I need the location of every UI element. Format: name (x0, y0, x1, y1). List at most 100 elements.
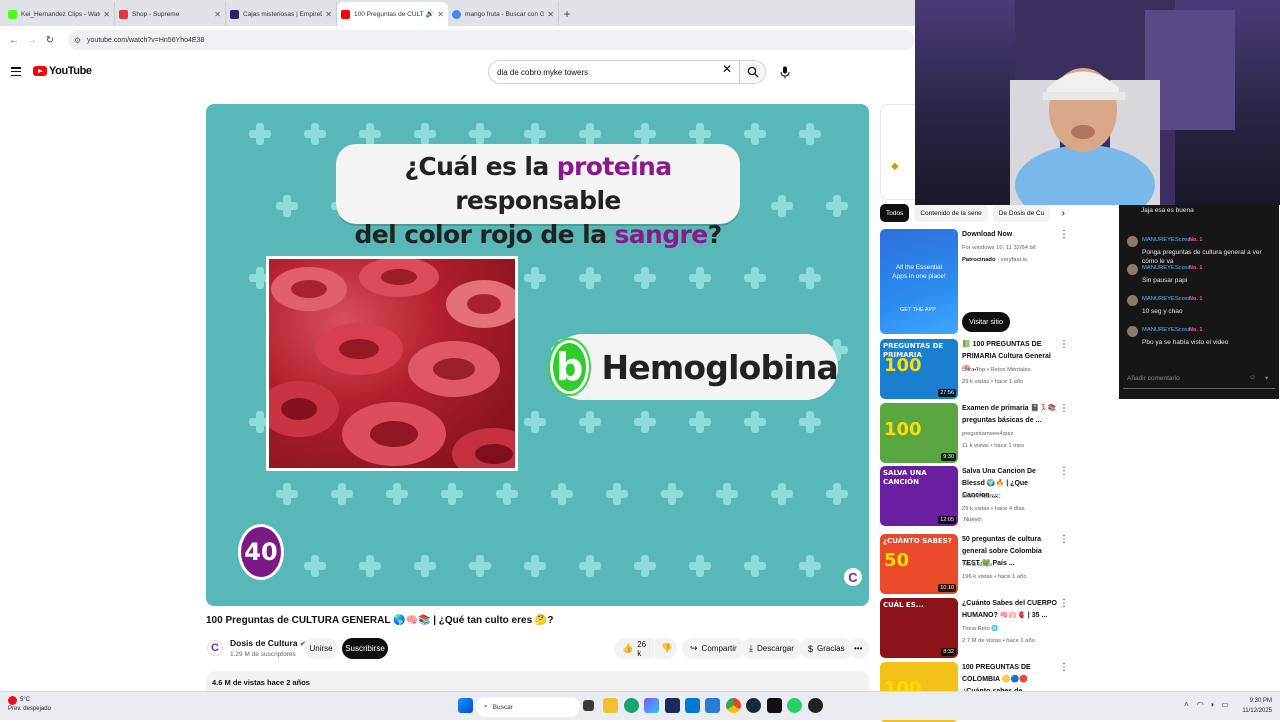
chip-channel[interactable]: De Dosis de Cu (992, 204, 1051, 222)
subscribe-button[interactable]: Suscribirse (342, 638, 388, 659)
weather-widget[interactable]: 5°C Prev. despejado (8, 696, 51, 714)
close-tab-icon[interactable]: ✕ (547, 10, 554, 19)
league-launcher-icon[interactable] (665, 698, 680, 713)
recommended-video-title[interactable]: Examen de primaria 📓🏃📚 preguntas básicas… (962, 403, 1057, 427)
video-thumbnail[interactable]: 100 9:30 (880, 403, 958, 463)
windows-start-icon[interactable] (458, 698, 473, 713)
recommended-video[interactable]: ¿CUÁNTO SABES? 50 10:10 50 preguntas de cul… (880, 534, 1070, 594)
chevron-right-icon[interactable]: › (1062, 208, 1065, 219)
video-thumbnail[interactable]: CUÁL ES... 8:32 (880, 598, 958, 658)
ad-title[interactable]: Download Now (962, 229, 1057, 241)
recommended-channel-name[interactable]: Trivia Mega (962, 560, 1062, 570)
task-view-icon[interactable] (583, 700, 594, 711)
chrome-icon[interactable] (726, 698, 741, 713)
more-vert-icon[interactable]: ⋮ (1059, 339, 1069, 351)
recommended-channel-name[interactable]: BRAHYMUSIC (962, 492, 1062, 502)
image-viewer-icon[interactable] (685, 698, 700, 713)
browser-tab-active[interactable]: 100 Preguntas de CULTURA 🔊 ✕ (337, 2, 448, 26)
clear-search-icon[interactable]: ✕ (722, 62, 732, 76)
more-vert-icon[interactable]: ⋮ (1059, 662, 1069, 674)
channel-avatar[interactable]: C (207, 640, 223, 656)
code-editor-icon[interactable] (705, 698, 720, 713)
join-button[interactable]: Unirse (304, 638, 338, 659)
channel-watermark-icon[interactable]: C (844, 568, 862, 586)
browser-tab[interactable]: Shop - Supreme ✕ (115, 2, 226, 26)
chat-avatar[interactable] (1127, 326, 1138, 337)
chat-avatar[interactable] (1127, 264, 1138, 275)
media-player-icon[interactable] (808, 698, 823, 713)
emoji-icon[interactable]: ☺ (1249, 374, 1256, 381)
hamburger-menu-icon[interactable] (11, 67, 21, 76)
sponsored-card-partial[interactable]: ◆ (880, 104, 915, 200)
channel-name[interactable]: Dosis de Cultura ✔ (230, 638, 306, 648)
recommended-channel-name[interactable]: Ultra Top • Retos Mentales (962, 365, 1062, 375)
forward-arrow-icon[interactable]: → (24, 35, 40, 46)
more-vert-icon[interactable]: ⋮ (1059, 229, 1069, 241)
steam-icon[interactable] (746, 698, 761, 713)
more-vert-icon[interactable]: ⋮ (1059, 403, 1069, 415)
chip-all[interactable]: Todos (880, 204, 910, 222)
chat-comment-input[interactable]: Añadir comentario ☺ ▾ (1123, 369, 1275, 389)
more-vert-icon[interactable]: ⋮ (1059, 598, 1069, 610)
chat-avatar[interactable] (1127, 236, 1138, 247)
volume-icon[interactable]: ◗ (1210, 700, 1215, 709)
chip-series[interactable]: Contenido de la serie (914, 204, 988, 222)
chat-username[interactable]: MANUREYEScoss (1142, 237, 1191, 243)
dislike-button[interactable]: 👎 (655, 638, 677, 659)
send-icon[interactable]: ▾ (1265, 374, 1268, 382)
search-input[interactable]: dia de cobro myke towers (488, 60, 740, 84)
close-tab-icon[interactable]: ✕ (437, 10, 444, 19)
copilot-icon[interactable] (644, 698, 659, 713)
browser-tab[interactable]: Kei_Hernandez Clips - Watch L ✕ (4, 2, 115, 26)
youtube-logo[interactable]: YouTube (33, 65, 92, 77)
visit-site-button[interactable]: Visitar sitio (962, 312, 1010, 332)
audio-playing-icon[interactable]: 🔊 (426, 10, 435, 18)
video-thumbnail[interactable]: ¿CUÁNTO SABES? 50 10:10 (880, 534, 958, 594)
video-thumbnail[interactable]: PREGUNTAS DE PRIMARIA 100 27:56 (880, 339, 958, 399)
browser-tab[interactable]: Cajas misteriosas | EmpireDrop ✕ (226, 2, 337, 26)
thanks-button[interactable]: $ Gracias (800, 638, 853, 659)
chat-username[interactable]: MANUREYEScoss (1142, 296, 1191, 302)
recommended-video[interactable]: SALVA UNA CANCIÓN 12:05 Salva Una Cancion … (880, 466, 1070, 526)
site-info-icon[interactable]: ⚙ (74, 36, 81, 45)
battery-icon[interactable]: ▭ (1221, 700, 1229, 709)
video-thumbnail[interactable]: SALVA UNA CANCIÓN 12:05 (880, 466, 958, 526)
more-vert-icon[interactable]: ⋮ (1059, 466, 1069, 478)
taskbar-search-box[interactable]: ⌕ Buscar (476, 697, 580, 717)
back-arrow-icon[interactable]: ← (6, 35, 22, 46)
recommended-channel-name[interactable]: preguntameee4quiz (962, 429, 1062, 439)
voice-search-button[interactable] (773, 60, 797, 84)
close-tab-icon[interactable]: ✕ (325, 10, 332, 19)
new-tab-button[interactable]: + (559, 2, 575, 26)
recommended-video-title[interactable]: ¿Cuánto Sabes del CUERPO HUMANO? 🧠🫁🫀 | 3… (962, 598, 1057, 622)
wifi-icon[interactable]: ◠ (1197, 700, 1204, 709)
more-actions-button[interactable]: ••• (849, 638, 869, 659)
close-tab-icon[interactable]: ✕ (103, 10, 110, 19)
chat-avatar[interactable] (1127, 295, 1138, 306)
like-button[interactable]: 👍 26 k (614, 638, 654, 659)
file-explorer-icon[interactable] (603, 698, 618, 713)
chevron-up-icon[interactable]: ˄ (1184, 700, 1189, 709)
recommended-video[interactable]: PREGUNTAS DE PRIMARIA 100 27:56 📗 100 PREGU… (880, 339, 1070, 399)
url-input[interactable]: ⚙ youtube.com/watch?v=Hn56Yho4E38 (67, 30, 916, 50)
more-vert-icon[interactable]: ⋮ (1059, 534, 1069, 546)
taskbar-clock[interactable]: 9:30 PM 11/12/2025 (1236, 696, 1272, 716)
reload-icon[interactable]: ↻ (42, 35, 58, 46)
ad-thumbnail[interactable]: All the Essential Apps in one place! GET… (880, 229, 958, 334)
browser-tab[interactable]: mango fruta - Buscar con Goog ✕ (448, 2, 559, 26)
download-button[interactable]: ⤓ Descargar (741, 638, 802, 659)
video-player[interactable]: ¿Cuál es la proteína responsable del col… (206, 104, 869, 606)
description-box[interactable]: 4.6 M de vistas hace 2 años (206, 671, 869, 693)
tiktok-icon[interactable] (767, 698, 782, 713)
recommended-channel-name[interactable]: Trivia Reto 🌐 (962, 624, 1062, 634)
search-button[interactable] (740, 60, 766, 84)
edge-browser-icon[interactable] (624, 698, 639, 713)
chat-username[interactable]: MANUREYEScoss (1142, 327, 1191, 333)
close-tab-icon[interactable]: ✕ (214, 10, 221, 19)
system-tray[interactable]: ˄ ◠ ◗ ▭ (1184, 700, 1229, 709)
share-button[interactable]: ↪ Compartir (682, 638, 745, 659)
chat-username[interactable]: MANUREYEScoss (1142, 265, 1191, 271)
whatsapp-icon[interactable] (787, 698, 802, 713)
recommended-video[interactable]: 100 9:30 Examen de primaria 📓🏃📚 preguntas … (880, 403, 1070, 463)
recommended-video[interactable]: CUÁL ES... 8:32 ¿Cuánto Sabes del CUERPO H… (880, 598, 1070, 658)
